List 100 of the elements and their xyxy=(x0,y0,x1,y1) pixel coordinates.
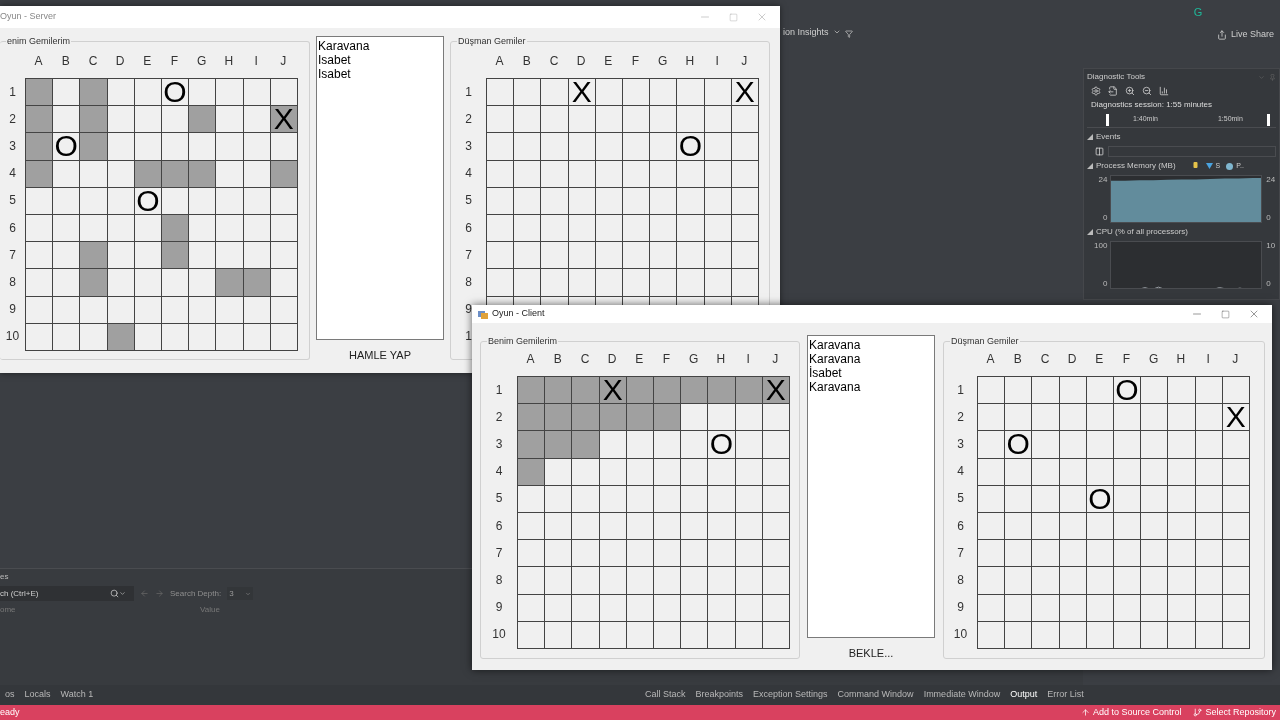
water-cell[interactable] xyxy=(704,79,732,107)
water-cell[interactable] xyxy=(762,431,790,459)
ship-cell[interactable] xyxy=(80,106,108,134)
water-cell[interactable] xyxy=(545,512,573,541)
water-cell[interactable] xyxy=(53,214,81,243)
water-cell[interactable] xyxy=(518,540,546,568)
water-cell[interactable] xyxy=(1059,404,1087,432)
ship-cell[interactable] xyxy=(26,106,54,134)
water-cell[interactable] xyxy=(653,540,682,568)
water-cell[interactable] xyxy=(514,133,542,161)
water-cell[interactable] xyxy=(572,594,600,622)
water-cell[interactable] xyxy=(1195,540,1223,568)
water-cell[interactable] xyxy=(595,133,623,161)
list-item[interactable]: Karavana xyxy=(809,352,933,366)
water-cell[interactable] xyxy=(189,133,217,161)
water-cell[interactable] xyxy=(541,187,569,215)
water-cell[interactable] xyxy=(622,79,651,107)
water-cell[interactable] xyxy=(189,79,217,107)
water-cell[interactable] xyxy=(1222,431,1250,459)
water-cell[interactable] xyxy=(541,269,569,297)
water-cell[interactable] xyxy=(677,160,705,188)
water-cell[interactable] xyxy=(1032,431,1060,459)
water-cell[interactable] xyxy=(161,269,190,297)
water-cell[interactable] xyxy=(708,594,736,622)
water-cell[interactable] xyxy=(681,621,709,649)
water-cell[interactable] xyxy=(978,540,1006,568)
search-field[interactable]: ch (Ctrl+E) xyxy=(0,586,134,601)
water-cell[interactable] xyxy=(189,242,217,270)
water-cell[interactable] xyxy=(26,187,54,215)
water-cell[interactable] xyxy=(1222,377,1250,405)
water-cell[interactable] xyxy=(1005,621,1033,649)
water-cell[interactable] xyxy=(134,106,162,134)
expander-icon[interactable] xyxy=(1087,163,1093,169)
water-cell[interactable] xyxy=(1113,404,1142,432)
water-cell[interactable] xyxy=(514,187,542,215)
water-cell[interactable] xyxy=(622,269,651,297)
water-cell[interactable] xyxy=(1005,567,1033,595)
ship-cell[interactable] xyxy=(545,431,573,459)
panel-tab[interactable]: Output xyxy=(1005,688,1043,702)
water-cell[interactable] xyxy=(978,621,1006,649)
water-cell[interactable] xyxy=(1005,512,1033,541)
water-cell[interactable] xyxy=(622,242,651,270)
water-cell[interactable] xyxy=(514,242,542,270)
water-cell[interactable] xyxy=(650,187,678,215)
document-icon[interactable] xyxy=(1108,86,1118,96)
water-cell[interactable] xyxy=(541,79,569,107)
water-cell[interactable] xyxy=(572,567,600,595)
water-cell[interactable] xyxy=(978,377,1006,405)
water-cell[interactable] xyxy=(622,133,651,161)
water-cell[interactable] xyxy=(1141,431,1169,459)
water-cell[interactable] xyxy=(545,567,573,595)
water-cell[interactable] xyxy=(681,512,709,541)
panel-tab[interactable]: Locals xyxy=(19,688,56,702)
water-cell[interactable] xyxy=(53,323,81,351)
water-cell[interactable] xyxy=(1141,567,1169,595)
live-share-button[interactable]: Live Share xyxy=(1216,28,1274,42)
water-cell[interactable] xyxy=(735,567,763,595)
panel-tab[interactable]: Error List xyxy=(1042,688,1089,702)
panel-tab[interactable]: Command Window xyxy=(832,688,919,702)
water-cell[interactable] xyxy=(1032,377,1060,405)
ship-cell[interactable] xyxy=(572,377,600,405)
water-cell[interactable] xyxy=(216,296,244,324)
water-cell[interactable] xyxy=(26,214,54,243)
water-cell[interactable] xyxy=(978,404,1006,432)
move-button[interactable]: HAMLE YAP xyxy=(316,342,444,368)
water-cell[interactable] xyxy=(107,79,135,107)
water-cell[interactable] xyxy=(514,269,542,297)
water-cell[interactable] xyxy=(677,106,705,134)
list-item[interactable]: Karavana xyxy=(809,338,933,352)
wait-button[interactable]: BEKLE... xyxy=(807,640,935,666)
water-cell[interactable] xyxy=(134,269,162,297)
water-cell[interactable] xyxy=(541,106,569,134)
message-list[interactable]: Karavana Karavana İsabet Karavana xyxy=(807,335,935,638)
water-cell[interactable] xyxy=(134,133,162,161)
ship-cell[interactable] xyxy=(518,431,546,459)
water-cell[interactable] xyxy=(1168,594,1196,622)
water-cell[interactable] xyxy=(1032,621,1060,649)
ship-cell[interactable] xyxy=(80,242,108,270)
water-cell[interactable] xyxy=(26,296,54,324)
ship-cell[interactable] xyxy=(545,377,573,405)
water-cell[interactable] xyxy=(1195,404,1223,432)
water-cell[interactable] xyxy=(626,540,654,568)
water-cell[interactable] xyxy=(572,540,600,568)
water-cell[interactable] xyxy=(189,214,217,243)
water-cell[interactable] xyxy=(1059,540,1087,568)
status-item[interactable]: Select Repository xyxy=(1193,705,1276,720)
water-cell[interactable] xyxy=(189,296,217,324)
water-cell[interactable] xyxy=(1032,458,1060,486)
water-cell[interactable] xyxy=(1032,567,1060,595)
water-cell[interactable] xyxy=(708,512,736,541)
water-cell[interactable] xyxy=(708,540,736,568)
gear-icon[interactable] xyxy=(1091,86,1101,96)
water-cell[interactable] xyxy=(518,594,546,622)
water-cell[interactable] xyxy=(572,485,600,513)
water-cell[interactable] xyxy=(1005,485,1033,513)
water-cell[interactable] xyxy=(653,567,682,595)
water-cell[interactable] xyxy=(568,269,596,297)
water-cell[interactable] xyxy=(978,431,1006,459)
water-cell[interactable] xyxy=(514,214,542,243)
water-cell[interactable] xyxy=(1032,594,1060,622)
